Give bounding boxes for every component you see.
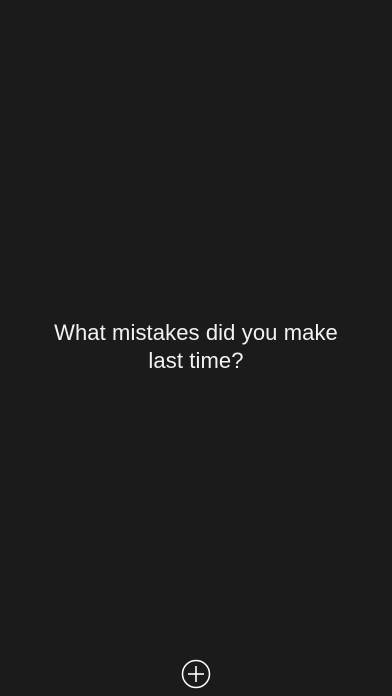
plus-circle-icon <box>181 659 211 689</box>
question-prompt: What mistakes did you make last time? <box>20 319 372 375</box>
app-screen: What mistakes did you make last time? <box>0 0 392 696</box>
question-line-2: last time? <box>148 348 244 373</box>
add-button[interactable] <box>181 659 211 689</box>
question-line-1: What mistakes did you make <box>54 320 338 345</box>
